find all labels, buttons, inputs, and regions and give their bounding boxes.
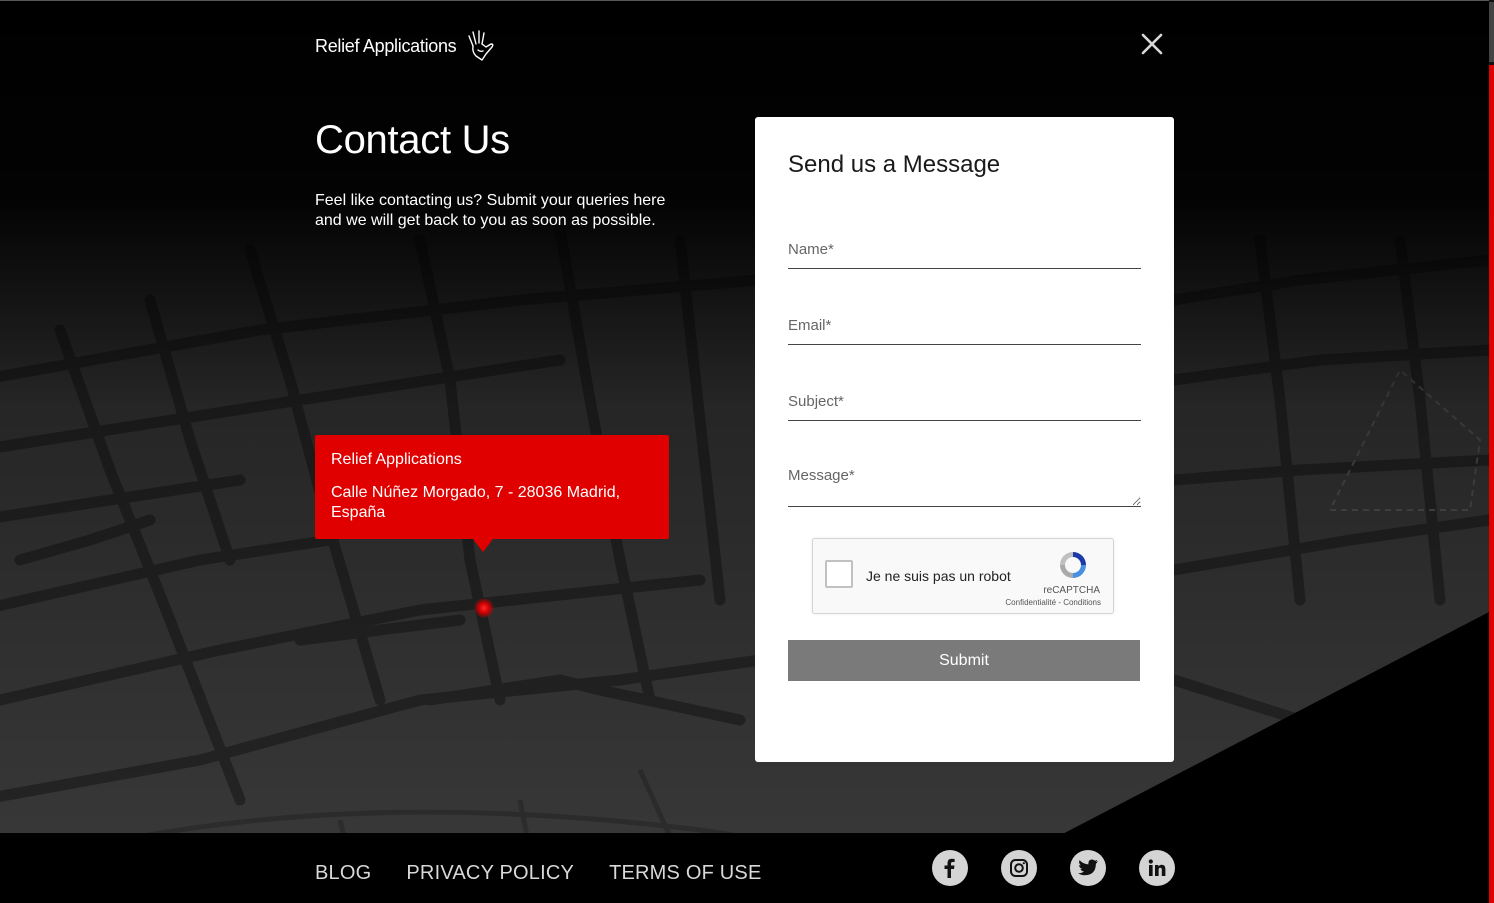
map-pin-icon[interactable] xyxy=(474,598,494,618)
footer-links: BLOG PRIVACY POLICY TERMS OF USE xyxy=(315,862,797,885)
footer-link-blog[interactable]: BLOG xyxy=(315,862,371,885)
linkedin-icon[interactable] xyxy=(1139,850,1175,886)
submit-button[interactable]: Submit xyxy=(788,640,1140,681)
contact-form-card: Send us a Message Je ne suis pas un robo… xyxy=(755,117,1174,762)
scrollbar-thumb[interactable] xyxy=(1489,2,1494,62)
name-input[interactable] xyxy=(788,241,1141,269)
recaptcha-checkbox[interactable] xyxy=(825,560,853,588)
social-links xyxy=(932,850,1175,886)
footer: BLOG PRIVACY POLICY TERMS OF USE xyxy=(0,833,1489,903)
recaptcha-label: Je ne suis pas un robot xyxy=(866,568,1011,584)
location-address: Calle Núñez Morgado, 7 - 28036 Madrid, E… xyxy=(331,484,621,521)
footer-link-terms-of-use[interactable]: TERMS OF USE xyxy=(609,862,761,885)
twitter-icon[interactable] xyxy=(1070,850,1106,886)
subject-input[interactable] xyxy=(788,393,1141,421)
map-background xyxy=(0,0,1494,903)
location-name: Relief Applications xyxy=(331,451,462,468)
callout-pointer xyxy=(473,539,493,552)
page-description: Feel like contacting us? Submit your que… xyxy=(315,192,666,229)
scrollbar[interactable] xyxy=(1489,0,1494,903)
recaptcha-logo-icon xyxy=(1060,552,1086,578)
name-field-wrapper xyxy=(788,241,1141,269)
hand-icon xyxy=(468,30,494,61)
page-title: Contact Us xyxy=(315,118,510,162)
red-accent-bar xyxy=(1489,65,1494,903)
logo[interactable]: Relief Applications xyxy=(315,30,496,62)
recaptcha-brand: reCAPTCHA xyxy=(1043,585,1100,596)
address-callout: Relief Applications Calle Núñez Morgado,… xyxy=(315,435,669,552)
subject-field-wrapper xyxy=(788,393,1141,421)
message-field-wrapper xyxy=(788,467,1141,507)
top-border xyxy=(0,0,1494,1)
email-field-wrapper xyxy=(788,317,1141,345)
email-input[interactable] xyxy=(788,317,1141,345)
message-textarea[interactable] xyxy=(788,467,1141,507)
facebook-icon[interactable] xyxy=(932,850,968,886)
form-title: Send us a Message xyxy=(788,151,1001,178)
footer-link-privacy-policy[interactable]: PRIVACY POLICY xyxy=(406,862,574,885)
recaptcha-links[interactable]: Confidentialité - Conditions xyxy=(1005,598,1101,607)
logo-text: Relief Applications xyxy=(315,35,457,56)
instagram-icon[interactable] xyxy=(1001,850,1037,886)
recaptcha-widget: Je ne suis pas un robot reCAPTCHA Confid… xyxy=(812,538,1114,614)
close-icon[interactable] xyxy=(1140,32,1164,56)
